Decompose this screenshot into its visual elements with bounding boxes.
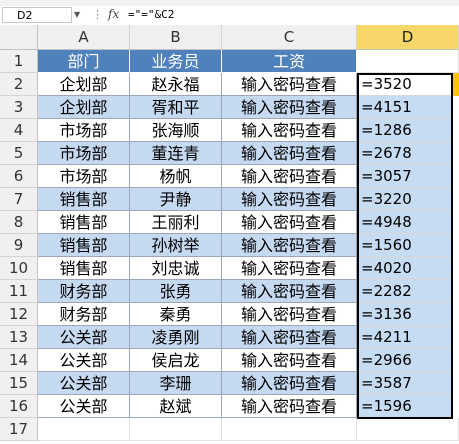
table-cell-name[interactable]: 胥和平 [130, 96, 222, 119]
table-cell-name[interactable]: 张海顺 [130, 119, 222, 142]
table-cell-dept[interactable]: 公关部 [38, 395, 130, 418]
formula-result-cell[interactable]: =4151 [357, 96, 453, 119]
table-cell-dept[interactable]: 财务部 [38, 280, 130, 303]
table-header-cell[interactable]: 部门 [38, 50, 130, 73]
table-cell-salary[interactable]: 输入密码查看 [222, 395, 357, 418]
table-cell-salary[interactable]: 输入密码查看 [222, 280, 357, 303]
table-cell-dept[interactable]: 销售部 [38, 234, 130, 257]
insert-function-icon[interactable]: fx [108, 7, 119, 21]
formula-bar-cancel-enter-icons: ⋮ [92, 8, 106, 21]
table-cell-name[interactable]: 王丽利 [130, 211, 222, 234]
table-cell-dept[interactable]: 公关部 [38, 372, 130, 395]
formula-result-cell[interactable]: =2966 [357, 349, 453, 372]
fill-handle-indicator [453, 73, 459, 96]
table-cell-salary[interactable]: 输入密码查看 [222, 165, 357, 188]
row-header-13[interactable]: 13 [0, 326, 38, 349]
cell-row-17[interactable] [38, 418, 130, 441]
column-header-d[interactable]: D [357, 25, 459, 50]
row-header-12[interactable]: 12 [0, 303, 38, 326]
formula-result-cell[interactable]: =2282 [357, 280, 453, 303]
table-cell-salary[interactable]: 输入密码查看 [222, 326, 357, 349]
formula-result-cell[interactable]: =4020 [357, 257, 453, 280]
table-cell-salary[interactable]: 输入密码查看 [222, 257, 357, 280]
table-cell-salary[interactable]: 输入密码查看 [222, 73, 357, 96]
table-cell-salary[interactable]: 输入密码查看 [222, 372, 357, 395]
table-cell-name[interactable]: 张勇 [130, 280, 222, 303]
formula-result-cell[interactable]: =2678 [357, 142, 453, 165]
select-all-corner[interactable] [0, 25, 38, 50]
formula-result-cell[interactable]: =3136 [357, 303, 453, 326]
row-header-15[interactable]: 15 [0, 372, 38, 395]
table-cell-dept[interactable]: 企划部 [38, 73, 130, 96]
table-cell-dept[interactable]: 市场部 [38, 119, 130, 142]
table-cell-name[interactable]: 赵永福 [130, 73, 222, 96]
cell-d1[interactable] [357, 50, 459, 73]
row-header-16[interactable]: 16 [0, 395, 38, 418]
cell-row-17[interactable] [130, 418, 222, 441]
table-cell-name[interactable]: 杨帆 [130, 165, 222, 188]
column-header-c[interactable]: C [222, 25, 357, 50]
formula-result-cell[interactable]: =1286 [357, 119, 453, 142]
formula-result-cell[interactable]: =3220 [357, 188, 453, 211]
row-header-14[interactable]: 14 [0, 349, 38, 372]
row-header-4[interactable]: 4 [0, 119, 38, 142]
row-header-1[interactable]: 1 [0, 50, 38, 73]
row-header-2[interactable]: 2 [0, 73, 38, 96]
table-cell-dept[interactable]: 销售部 [38, 188, 130, 211]
table-cell-dept[interactable]: 市场部 [38, 142, 130, 165]
row-header-17[interactable]: 17 [0, 418, 38, 441]
table-cell-salary[interactable]: 输入密码查看 [222, 303, 357, 326]
table-cell-dept[interactable]: 销售部 [38, 257, 130, 280]
table-cell-salary[interactable]: 输入密码查看 [222, 234, 357, 257]
table-cell-name[interactable]: 董连青 [130, 142, 222, 165]
table-cell-dept[interactable]: 公关部 [38, 349, 130, 372]
row-header-6[interactable]: 6 [0, 165, 38, 188]
table-cell-salary[interactable]: 输入密码查看 [222, 188, 357, 211]
formula-input[interactable]: ="="&C2 [128, 8, 174, 21]
table-cell-salary[interactable]: 输入密码查看 [222, 96, 357, 119]
row-header-5[interactable]: 5 [0, 142, 38, 165]
formula-result-cell[interactable]: =4211 [357, 326, 453, 349]
table-cell-name[interactable]: 赵斌 [130, 395, 222, 418]
table-header-cell[interactable]: 工资 [222, 50, 357, 73]
formula-result-cell[interactable]: =3057 [357, 165, 453, 188]
table-cell-name[interactable]: 李珊 [130, 372, 222, 395]
table-cell-salary[interactable]: 输入密码查看 [222, 142, 357, 165]
table-cell-salary[interactable]: 输入密码查看 [222, 349, 357, 372]
table-cell-dept[interactable]: 销售部 [38, 211, 130, 234]
formula-result-cell[interactable]: =3587 [357, 372, 453, 395]
formula-result-cell[interactable]: =1560 [357, 234, 453, 257]
table-cell-salary[interactable]: 输入密码查看 [222, 119, 357, 142]
table-cell-name[interactable]: 侯启龙 [130, 349, 222, 372]
formula-result-cell[interactable]: =1596 [357, 395, 453, 418]
table-cell-name[interactable]: 孙树举 [130, 234, 222, 257]
cell-row-17[interactable] [222, 418, 357, 441]
formula-result-cell[interactable]: =4948 [357, 211, 453, 234]
table-cell-name[interactable]: 刘忠诚 [130, 257, 222, 280]
column-header-a[interactable]: A [38, 25, 130, 50]
formula-bar: D2 ▼ ⋮ fx ="="&C2 [0, 6, 459, 26]
table-cell-name[interactable]: 秦勇 [130, 303, 222, 326]
table-cell-dept[interactable]: 公关部 [38, 326, 130, 349]
table-cell-dept[interactable]: 财务部 [38, 303, 130, 326]
row-header-7[interactable]: 7 [0, 188, 38, 211]
row-header-10[interactable]: 10 [0, 257, 38, 280]
table-cell-dept[interactable]: 企划部 [38, 96, 130, 119]
table-cell-dept[interactable]: 市场部 [38, 165, 130, 188]
chevron-down-icon[interactable]: ▼ [74, 10, 80, 19]
row-header-3[interactable]: 3 [0, 96, 38, 119]
table-cell-salary[interactable]: 输入密码查看 [222, 211, 357, 234]
table-header-cell[interactable]: 业务员 [130, 50, 222, 73]
row-header-8[interactable]: 8 [0, 211, 38, 234]
table-cell-name[interactable]: 尹静 [130, 188, 222, 211]
row-header-11[interactable]: 11 [0, 280, 38, 303]
table-cell-name[interactable]: 凌勇刚 [130, 326, 222, 349]
column-header-b[interactable]: B [130, 25, 222, 50]
name-box[interactable]: D2 [2, 7, 72, 23]
formula-result-cell[interactable]: =3520 [357, 73, 453, 96]
row-header-9[interactable]: 9 [0, 234, 38, 257]
cell-row-17[interactable] [357, 418, 459, 441]
